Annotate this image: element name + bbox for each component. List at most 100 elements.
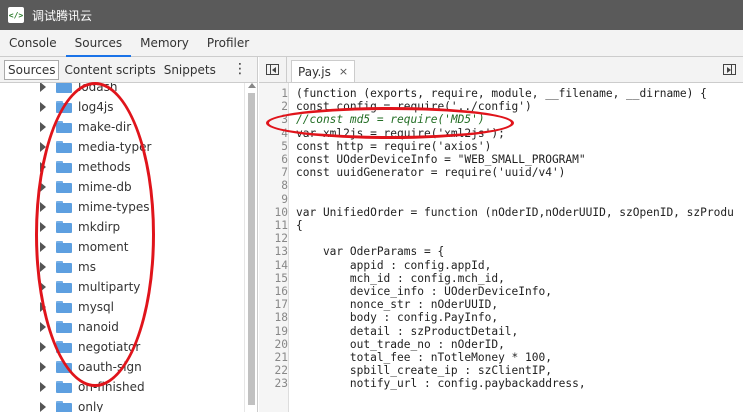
tree-item-label: mime-db	[78, 180, 132, 194]
tree-item-label: media-typer	[78, 140, 152, 154]
tree-item-label: multiparty	[78, 280, 141, 294]
line-text: nonce_str : nOderUUID,	[296, 298, 499, 312]
folder-icon	[56, 141, 72, 153]
chevron-right-icon[interactable]	[40, 342, 46, 352]
tree-item-negotiator[interactable]: negotiator	[0, 337, 140, 357]
line-number[interactable]: 16	[259, 285, 288, 298]
tree-item-label: only	[78, 400, 104, 412]
chevron-right-icon[interactable]	[40, 242, 46, 252]
line-number[interactable]: 18	[259, 311, 288, 324]
line-number[interactable]: 2	[259, 100, 288, 113]
tree-item-lodash[interactable]: lodash	[0, 83, 118, 97]
line-number[interactable]: 23	[259, 377, 288, 390]
tree-item-on-finished[interactable]: on-finished	[0, 377, 145, 397]
folder-icon	[56, 181, 72, 193]
line-text: notify_url : config.paybackaddress,	[296, 377, 586, 391]
scroll-up-icon[interactable]	[248, 83, 256, 88]
tree-item-label: nanoid	[78, 320, 119, 334]
tree-item-moment[interactable]: moment	[0, 237, 128, 257]
tree-item-log4js[interactable]: log4js	[0, 97, 114, 117]
line-number[interactable]: 10	[259, 206, 288, 219]
chevron-right-icon[interactable]	[40, 402, 46, 412]
chevron-right-icon[interactable]	[40, 142, 46, 152]
navigator-subtabs: Sources Content scripts Snippets ⋮	[0, 57, 257, 83]
line-number[interactable]: 19	[259, 325, 288, 338]
tree-item-label: log4js	[78, 100, 114, 114]
line-number[interactable]: 17	[259, 298, 288, 311]
line-number[interactable]: 6	[259, 153, 288, 166]
toggle-navigator-button[interactable]	[259, 57, 287, 82]
tree-item-methods[interactable]: methods	[0, 157, 131, 177]
tree-item-nanoid[interactable]: nanoid	[0, 317, 119, 337]
tree-item-label: lodash	[78, 83, 118, 94]
tree-item-label: mime-types	[78, 200, 150, 214]
chevron-right-icon[interactable]	[40, 222, 46, 232]
line-number[interactable]: 7	[259, 166, 288, 179]
line-number[interactable]: 14	[259, 259, 288, 272]
line-number[interactable]: 13	[259, 245, 288, 258]
folder-icon	[56, 161, 72, 173]
tree-item-multiparty[interactable]: multiparty	[0, 277, 140, 297]
folder-icon	[56, 361, 72, 373]
toggle-debugger-button[interactable]	[715, 57, 743, 82]
line-number[interactable]: 5	[259, 140, 288, 153]
line-number[interactable]: 8	[259, 179, 288, 192]
line-number[interactable]: 21	[259, 351, 288, 364]
tab-sources[interactable]: Sources	[65, 30, 132, 57]
line-text: //const md5 = require('MD5')	[296, 113, 485, 127]
chevron-right-icon[interactable]	[40, 302, 46, 312]
tree-item-label: negotiator	[78, 340, 141, 354]
tree-item-only[interactable]: only	[0, 397, 103, 412]
folder-icon	[56, 101, 72, 113]
tab-memory[interactable]: Memory	[131, 30, 198, 56]
folder-icon	[56, 381, 72, 393]
line-number[interactable]: 20	[259, 338, 288, 351]
tree-item-mkdirp[interactable]: mkdirp	[0, 217, 120, 237]
chevron-right-icon[interactable]	[40, 162, 46, 172]
chevron-right-icon[interactable]	[40, 362, 46, 372]
line-number[interactable]: 9	[259, 193, 288, 206]
tree-item-oauth-sign[interactable]: oauth-sign	[0, 357, 142, 377]
line-text: var xml2js = require('xml2js');	[296, 126, 505, 140]
line-number[interactable]: 15	[259, 272, 288, 285]
devtools-tabbar: Console Sources Memory Profiler	[0, 30, 743, 57]
chevron-right-icon[interactable]	[40, 122, 46, 132]
window-title: 调试腾讯云	[32, 8, 93, 23]
line-number[interactable]: 11	[259, 219, 288, 232]
navigator-scrollbar[interactable]	[244, 83, 257, 412]
code-editor[interactable]: 1 (function (exports, require, module, __…	[259, 83, 743, 412]
line-number[interactable]: 4	[259, 127, 288, 140]
folder-icon	[56, 221, 72, 233]
tree-item-mime-types[interactable]: mime-types	[0, 197, 149, 217]
chevron-right-icon[interactable]	[40, 202, 46, 212]
tree-item-media-typer[interactable]: media-typer	[0, 137, 151, 157]
tree-item-ms[interactable]: ms	[0, 257, 96, 277]
tab-console[interactable]: Console	[0, 30, 66, 56]
tree-item-mysql[interactable]: mysql	[0, 297, 114, 317]
chevron-right-icon[interactable]	[40, 322, 46, 332]
folder-icon	[56, 121, 72, 133]
scroll-thumb[interactable]	[248, 93, 255, 405]
line-number[interactable]: 1	[259, 87, 288, 100]
line-text: (function (exports, require, module, __f…	[296, 87, 707, 100]
line-number[interactable]: 3	[259, 113, 288, 126]
chevron-right-icon[interactable]	[40, 102, 46, 112]
tree-item-mime-db[interactable]: mime-db	[0, 177, 132, 197]
line-number[interactable]: 12	[259, 232, 288, 245]
more-vert-icon[interactable]: ⋮	[233, 61, 247, 77]
file-tab-payjs[interactable]: Pay.js ×	[291, 60, 356, 82]
tree-item-make-dir[interactable]: make-dir	[0, 117, 131, 137]
chevron-right-icon[interactable]	[40, 262, 46, 272]
line-number[interactable]: 22	[259, 364, 288, 377]
subtab-sources[interactable]: Sources	[4, 59, 60, 80]
tree-item-label: on-finished	[78, 380, 145, 394]
chevron-right-icon[interactable]	[40, 382, 46, 392]
line-text: const http = require('axios')	[296, 139, 492, 153]
close-icon[interactable]: ×	[339, 65, 348, 78]
subtab-snippets[interactable]: Snippets	[161, 61, 219, 79]
chevron-right-icon[interactable]	[40, 282, 46, 292]
subtab-content-scripts[interactable]: Content scripts	[61, 61, 158, 79]
chevron-right-icon[interactable]	[40, 83, 46, 92]
chevron-right-icon[interactable]	[40, 182, 46, 192]
tab-profiler[interactable]: Profiler	[198, 30, 258, 56]
